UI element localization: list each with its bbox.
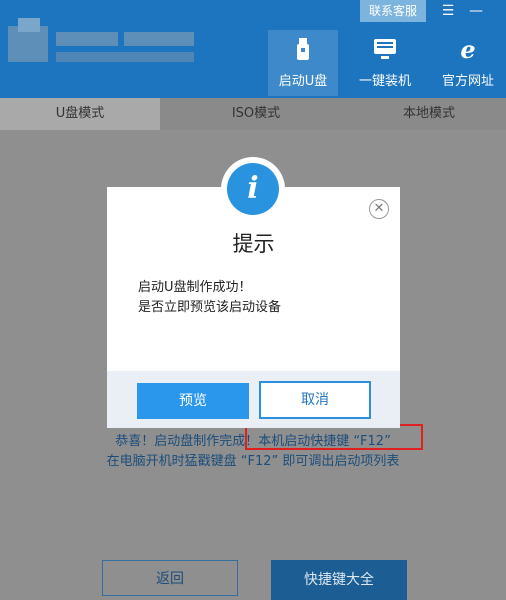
dialog-message-line: 是否立即预览该启动设备 [138, 300, 282, 315]
tab-local-mode[interactable]: 本地模式 [352, 98, 506, 130]
cancel-button[interactable]: 取消 [259, 381, 371, 419]
app-header: 联系客服 ☰ — 启动U盘 一键装机 e 官方网址 [0, 0, 506, 98]
close-icon[interactable]: ✕ [369, 199, 389, 219]
dialog-message-line: 启动U盘制作成功！ [138, 280, 252, 295]
nav-one-click-install[interactable]: 一键装机 [350, 30, 420, 96]
preview-button[interactable]: 预览 [137, 383, 249, 419]
contact-support-button[interactable]: 联系客服 [360, 0, 426, 22]
browser-e-icon: e [460, 36, 475, 62]
nav-official-site[interactable]: e 官方网址 [433, 30, 503, 96]
nav-label: 一键装机 [358, 74, 411, 89]
monitor-icon [374, 39, 396, 59]
usb-drive-icon [297, 38, 309, 60]
hotkey-instruction: 在电脑开机时猛戳键盘 “F12” 即可调出启动项列表 [106, 454, 400, 469]
minimize-button[interactable]: — [464, 0, 488, 22]
info-icon: i [227, 163, 279, 215]
nav-usb-boot[interactable]: 启动U盘 [268, 30, 338, 96]
hotkey-list-button[interactable]: 快捷键大全 [271, 560, 407, 600]
tab-usb-mode[interactable]: U盘模式 [0, 98, 160, 130]
nav-label: 官方网址 [441, 74, 494, 89]
svg-text:e: e [460, 36, 475, 62]
back-button[interactable]: 返回 [102, 560, 238, 596]
tab-iso-mode[interactable]: ISO模式 [172, 98, 340, 130]
info-badge: i [221, 157, 285, 221]
menu-icon[interactable]: ☰ [436, 0, 460, 22]
app-logo [8, 18, 198, 68]
dialog-title: 提示 [232, 232, 275, 256]
nav-label: 启动U盘 [278, 74, 328, 89]
mode-tabs: U盘模式 ISO模式 本地模式 [0, 98, 506, 130]
